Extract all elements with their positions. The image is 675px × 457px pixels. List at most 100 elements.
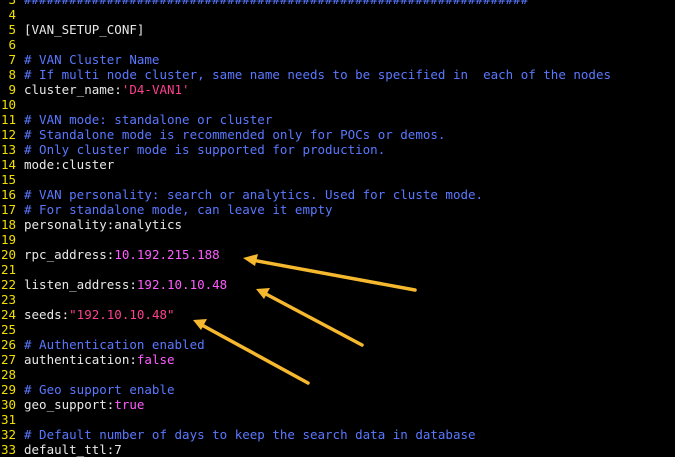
line-content: geo_support:true bbox=[24, 397, 144, 412]
token-comment: # For standalone mode, can leave it empt… bbox=[24, 202, 333, 217]
editor-line[interactable]: 5 [VAN_SETUP_CONF] bbox=[0, 22, 675, 37]
line-number: 30 bbox=[0, 397, 16, 412]
token-plain: authentication: bbox=[24, 352, 137, 367]
editor-line[interactable]: 27 authentication:false bbox=[0, 352, 675, 367]
line-number: 31 bbox=[0, 412, 16, 427]
editor-line[interactable]: 17 # For standalone mode, can leave it em… bbox=[0, 202, 675, 217]
line-content: [VAN_SETUP_CONF] bbox=[24, 22, 144, 37]
editor-line[interactable]: 9 cluster_name:'D4-VAN1' bbox=[0, 82, 675, 97]
editor-line[interactable]: 3#######################################… bbox=[0, 0, 675, 7]
editor-line[interactable]: 16 # VAN personality: search or analytics… bbox=[0, 187, 675, 202]
token-comment: # VAN mode: standalone or cluster bbox=[24, 112, 273, 127]
editor-line[interactable]: 11 # VAN mode: standalone or cluster bbox=[0, 112, 675, 127]
line-number: 19 bbox=[0, 232, 16, 247]
line-content: rpc_address:10.192.215.188 bbox=[24, 247, 220, 262]
editor-line[interactable]: 20 rpc_address:10.192.215.188 bbox=[0, 247, 675, 262]
line-content: # Standalone mode is recommended only fo… bbox=[24, 127, 445, 142]
editor-line[interactable]: 26 # Authentication enabled bbox=[0, 337, 675, 352]
editor-line[interactable]: 8 # If multi node cluster, same name need… bbox=[0, 67, 675, 82]
line-number: 15 bbox=[0, 172, 16, 187]
editor-line[interactable]: 10 bbox=[0, 97, 675, 112]
line-number: 16 bbox=[0, 187, 16, 202]
editor-line[interactable]: 30 geo_support:true bbox=[0, 397, 675, 412]
editor-line[interactable]: 7 # VAN Cluster Name bbox=[0, 52, 675, 67]
token-plain: [VAN_SETUP_CONF] bbox=[24, 22, 145, 37]
line-content: mode:cluster bbox=[24, 157, 114, 172]
editor-line[interactable]: 22 listen_address:192.10.10.48 bbox=[0, 277, 675, 292]
line-number: 18 bbox=[0, 217, 16, 232]
editor-line[interactable]: 32 # Default number of days to keep the s… bbox=[0, 427, 675, 442]
editor-line[interactable]: 15 bbox=[0, 172, 675, 187]
token-comment: # If multi node cluster, same name needs… bbox=[24, 67, 611, 82]
token-comment: ########################################… bbox=[24, 0, 528, 7]
editor-line[interactable]: 19 bbox=[0, 232, 675, 247]
editor-line[interactable]: 4 bbox=[0, 7, 675, 22]
line-content: ########################################… bbox=[24, 0, 528, 7]
line-number: 17 bbox=[0, 202, 16, 217]
line-number: 13 bbox=[0, 142, 16, 157]
token-string: 'D4-VAN1' bbox=[121, 82, 190, 97]
editor-line[interactable]: 18 personality:analytics bbox=[0, 217, 675, 232]
line-content: # For standalone mode, can leave it empt… bbox=[24, 202, 333, 217]
line-number: 23 bbox=[0, 292, 16, 307]
token-plain: listen_address: bbox=[24, 277, 137, 292]
line-number: 21 bbox=[0, 262, 16, 277]
line-number: 12 bbox=[0, 127, 16, 142]
editor-line[interactable]: 23 bbox=[0, 292, 675, 307]
line-content: authentication:false bbox=[24, 352, 175, 367]
token-plain: personality:analytics bbox=[24, 217, 183, 232]
line-content: cluster_name:'D4-VAN1' bbox=[24, 82, 190, 97]
line-content: # VAN personality: search or analytics. … bbox=[24, 187, 483, 202]
line-number: 24 bbox=[0, 307, 16, 322]
token-string: "192.10.10.48" bbox=[69, 307, 175, 322]
line-content: seeds:"192.10.10.48" bbox=[24, 307, 175, 322]
line-number: 9 bbox=[8, 82, 16, 97]
line-number: 8 bbox=[8, 67, 16, 82]
editor-line[interactable]: 29 # Geo support enable bbox=[0, 382, 675, 397]
line-number: 22 bbox=[0, 277, 16, 292]
editor-line[interactable]: 14 mode:cluster bbox=[0, 157, 675, 172]
token-plain: seeds: bbox=[24, 307, 70, 322]
line-content: # VAN Cluster Name bbox=[24, 52, 159, 67]
editor-line[interactable]: 21 bbox=[0, 262, 675, 277]
token-plain: rpc_address: bbox=[24, 247, 115, 262]
editor-line[interactable]: 12 # Standalone mode is recommended only … bbox=[0, 127, 675, 142]
editor-line[interactable]: 31 bbox=[0, 412, 675, 427]
token-bool: false bbox=[136, 352, 175, 367]
token-comment: # Standalone mode is recommended only fo… bbox=[24, 127, 446, 142]
token-comment: # Default number of days to keep the sea… bbox=[24, 427, 476, 442]
line-number: 10 bbox=[0, 97, 16, 112]
line-content: # Only cluster mode is supported for pro… bbox=[24, 142, 385, 157]
token-plain: geo_support: bbox=[24, 397, 115, 412]
editor-line[interactable]: 6 bbox=[0, 37, 675, 52]
line-number: 29 bbox=[0, 382, 16, 397]
line-content: listen_address:192.10.10.48 bbox=[24, 277, 227, 292]
line-number: 7 bbox=[8, 52, 16, 67]
line-number: 5 bbox=[8, 22, 16, 37]
editor-line[interactable]: 25 bbox=[0, 322, 675, 337]
token-comment: # VAN Cluster Name bbox=[24, 52, 160, 67]
line-number: 6 bbox=[8, 37, 16, 52]
token-comment: # VAN personality: search or analytics. … bbox=[24, 187, 484, 202]
line-content: personality:analytics bbox=[24, 217, 182, 232]
line-number: 28 bbox=[0, 367, 16, 382]
text-editor[interactable]: 3#######################################… bbox=[0, 0, 675, 457]
line-number: 4 bbox=[8, 7, 16, 22]
line-number: 3 bbox=[0, 0, 24, 7]
editor-line[interactable]: 13 # Only cluster mode is supported for p… bbox=[0, 142, 675, 157]
line-number: 14 bbox=[0, 157, 16, 172]
token-comment: # Authentication enabled bbox=[24, 337, 205, 352]
token-number: 192.10.10.48 bbox=[136, 277, 228, 292]
line-content: # VAN mode: standalone or cluster bbox=[24, 112, 272, 127]
line-number: 27 bbox=[0, 352, 16, 367]
line-content: # Geo support enable bbox=[24, 382, 175, 397]
token-bool: true bbox=[114, 397, 145, 412]
line-content: # Authentication enabled bbox=[24, 337, 205, 352]
editor-line[interactable]: 24 seeds:"192.10.10.48" bbox=[0, 307, 675, 322]
line-content: # Default number of days to keep the sea… bbox=[24, 427, 476, 442]
token-comment: # Geo support enable bbox=[24, 382, 175, 397]
line-number: 25 bbox=[0, 322, 16, 337]
line-number: 32 bbox=[0, 427, 16, 442]
editor-line[interactable]: 28 bbox=[0, 367, 675, 382]
line-number: 26 bbox=[0, 337, 16, 352]
